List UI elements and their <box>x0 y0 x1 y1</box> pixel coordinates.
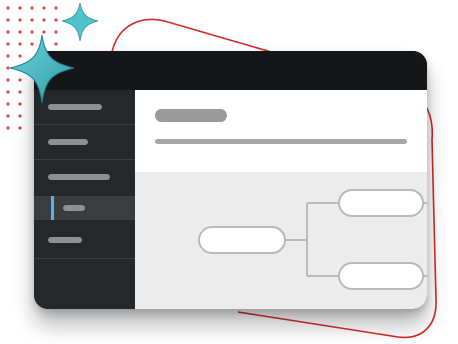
small-sparkle-icon <box>61 2 99 42</box>
main-content <box>135 90 427 309</box>
page-title-placeholder <box>155 109 227 122</box>
sidebar-item-label-placeholder <box>48 174 110 180</box>
sidebar-item-label-placeholder <box>48 104 102 110</box>
content-header <box>135 90 427 172</box>
sidebar-item-5[interactable] <box>34 224 135 258</box>
sidebar-item-label-placeholder <box>48 139 88 145</box>
subtitle-placeholder <box>155 139 407 144</box>
sidebar-item-2[interactable] <box>34 125 135 159</box>
flow-diagram <box>198 189 427 290</box>
sidebar-item-4[interactable] <box>34 196 135 220</box>
root-node <box>198 226 286 254</box>
top-child-node <box>338 189 424 217</box>
bottom-child-node <box>338 262 424 290</box>
active-indicator <box>51 196 54 220</box>
sidebar-item-label-placeholder <box>63 205 85 211</box>
title-bar <box>34 51 427 90</box>
sidebar-divider <box>34 258 135 259</box>
sidebar-item-label-placeholder <box>48 237 82 243</box>
sidebar <box>34 90 135 309</box>
sidebar-item-1[interactable] <box>34 90 135 124</box>
app-window <box>34 51 427 309</box>
sidebar-item-3[interactable] <box>34 160 135 194</box>
